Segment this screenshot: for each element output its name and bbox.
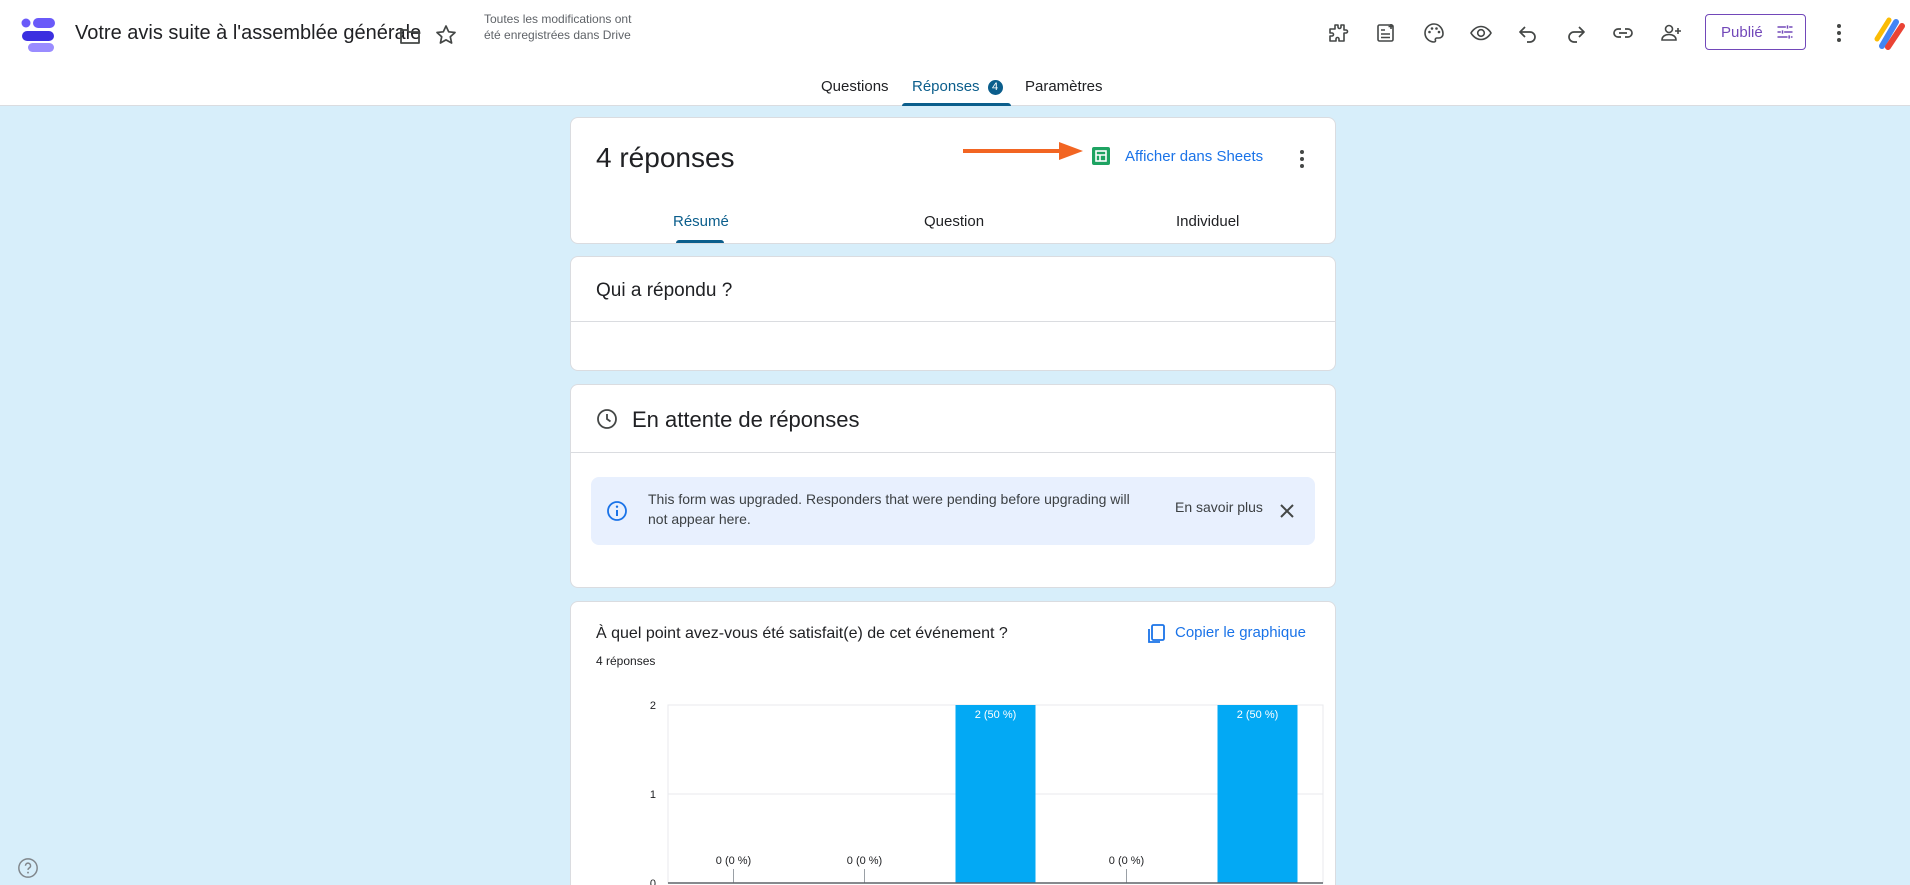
undo-icon[interactable]: [1514, 19, 1542, 47]
active-tab-indicator: [902, 103, 1011, 106]
responses-count-title: 4 réponses: [596, 142, 735, 173]
account-avatar[interactable]: [1872, 16, 1906, 50]
sheets-icon[interactable]: [1091, 146, 1111, 166]
link-icon[interactable]: [1609, 19, 1637, 47]
bar-data-label: 2 (50 %): [1237, 709, 1279, 721]
publish-button[interactable]: Publié: [1705, 14, 1806, 50]
question-title: À quel point avez-vous été satisfait(e) …: [596, 625, 1008, 642]
subtab-question[interactable]: Question: [924, 213, 984, 230]
y-tick-label: 2: [650, 700, 656, 712]
y-tick-label: 0: [650, 878, 656, 885]
quiz-icon[interactable]: [1372, 19, 1400, 47]
banner-message: This form was upgraded. Responders that …: [648, 491, 1130, 527]
publish-label: Publié: [1721, 23, 1763, 41]
bar-data-label: 2 (50 %): [975, 709, 1017, 721]
tab-parametres[interactable]: Paramètres: [1025, 78, 1103, 95]
pending-title: En attente de réponses: [632, 407, 860, 432]
more-options-icon[interactable]: [1295, 148, 1309, 170]
learn-more-link[interactable]: En savoir plus: [1175, 499, 1263, 515]
view-in-sheets-link[interactable]: Afficher dans Sheets: [1125, 148, 1263, 165]
pending-responses-card: En attente de réponses This form was upg…: [570, 384, 1336, 588]
tune-icon: [1777, 25, 1793, 39]
arrow-annotation: [963, 142, 1083, 160]
add-collaborator-icon[interactable]: [1657, 19, 1685, 47]
divider: [571, 452, 1335, 453]
subtab-individuel[interactable]: Individuel: [1176, 213, 1239, 230]
response-count-badge: 4: [987, 80, 1003, 95]
tab-reponses[interactable]: Réponses 4: [912, 78, 1003, 95]
folder-icon[interactable]: [398, 24, 422, 48]
bar: [955, 705, 1036, 883]
upgrade-info-banner: This form was upgraded. Responders that …: [591, 477, 1315, 545]
preview-icon[interactable]: [1467, 19, 1495, 47]
who-responded-title: Qui a répondu ?: [596, 280, 733, 301]
question-chart-card: À quel point avez-vous été satisfait(e) …: [570, 601, 1336, 885]
bar-data-label: 0 (0 %): [1109, 855, 1144, 867]
redo-icon[interactable]: [1562, 19, 1590, 47]
document-title[interactable]: Votre avis suite à l'assemblée générale: [75, 22, 421, 45]
save-status: Toutes les modifications ont été enregis…: [484, 12, 632, 42]
subtab-resume[interactable]: Résumé: [673, 213, 729, 230]
bar-data-label: 0 (0 %): [847, 855, 882, 867]
clock-icon: [597, 409, 617, 429]
star-icon[interactable]: [434, 23, 458, 47]
addon-icon[interactable]: [1324, 19, 1352, 47]
question-response-count: 4 réponses: [596, 654, 656, 668]
active-subtab-indicator: [676, 240, 724, 243]
bar-data-label: 0 (0 %): [716, 855, 751, 867]
tab-questions[interactable]: Questions: [821, 78, 889, 95]
copy-icon[interactable]: [1144, 622, 1168, 646]
bar: [1217, 705, 1298, 883]
y-tick-label: 1: [650, 789, 656, 801]
divider: [571, 321, 1335, 322]
top-bar: Votre avis suite à l'assemblée générale …: [0, 0, 1910, 106]
satisfaction-bar-chart: 0 1 2 0 (0 %) 0 (0 %) 2 (50 %) 0 (0 %) 2 (50 %): [650, 700, 1324, 885]
tab-reponses-label: Réponses: [912, 78, 980, 95]
help-icon[interactable]: [17, 857, 39, 879]
responses-summary-card: 4 réponses Afficher dans Sheets Résumé Q…: [570, 117, 1336, 244]
main-tabs: Questions Réponses 4 Paramètres: [0, 70, 1910, 106]
info-icon: [607, 501, 627, 521]
forms-logo-icon[interactable]: [20, 15, 56, 53]
more-vert-icon[interactable]: [1826, 19, 1852, 47]
who-responded-card: Qui a répondu ?: [570, 256, 1336, 371]
copy-chart-link[interactable]: Copier le graphique: [1175, 624, 1306, 641]
close-icon[interactable]: [1275, 499, 1299, 523]
palette-icon[interactable]: [1420, 19, 1448, 47]
